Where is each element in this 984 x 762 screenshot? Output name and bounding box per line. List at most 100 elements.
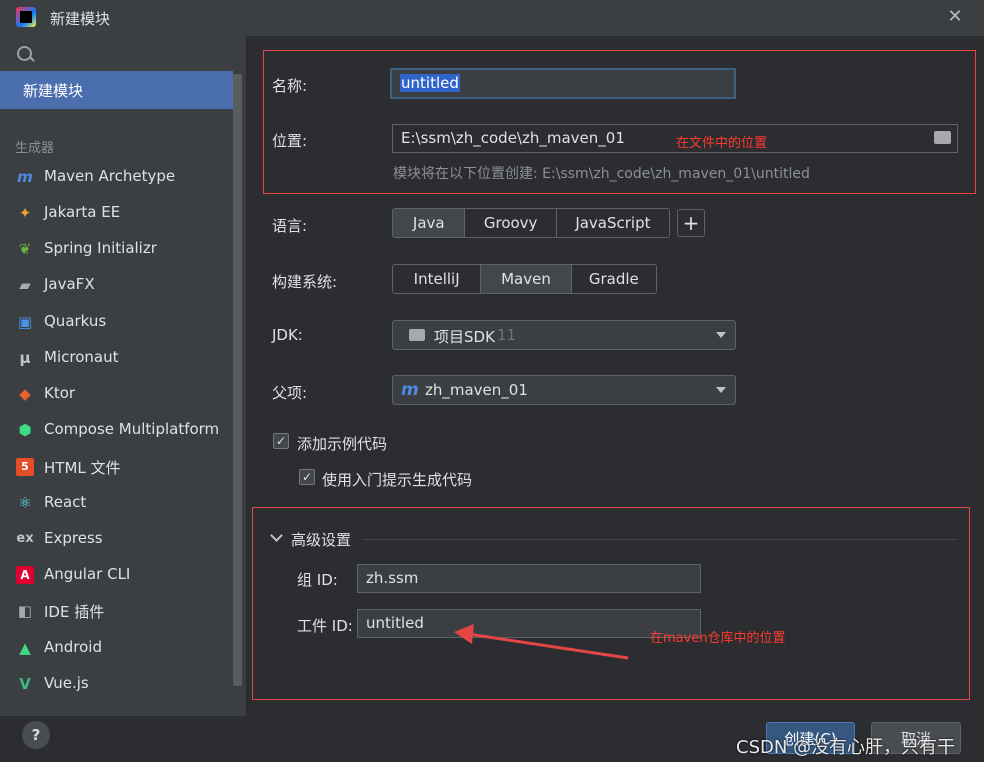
jakarta-icon: ✦ xyxy=(18,204,32,222)
sidebar-item-label: HTML 文件 xyxy=(44,459,121,477)
advanced-settings-toggle[interactable]: 高级设置 xyxy=(291,529,351,550)
build-option-gradle[interactable]: Gradle xyxy=(572,265,656,293)
sidebar-item-label: Quarkus xyxy=(44,312,107,330)
angular-icon: A xyxy=(16,566,34,584)
language-option-groovy[interactable]: Groovy xyxy=(465,209,557,237)
react-icon: ⚛ xyxy=(18,494,32,512)
sidebar-item-label: Express xyxy=(44,529,103,547)
annotation-box-advanced xyxy=(252,507,970,700)
maven-icon: m xyxy=(17,168,33,186)
location-input-value: E:\ssm\zh_code\zh_maven_01 xyxy=(401,129,625,147)
window-title: 新建模块 xyxy=(50,10,111,28)
name-input-value: untitled xyxy=(400,74,460,92)
sidebar-item-spring-initializr[interactable]: ❦ Spring Initializr xyxy=(0,231,233,267)
maven-icon: m xyxy=(401,380,419,400)
sidebar-item-label: Android xyxy=(44,638,102,656)
language-label: 语言: xyxy=(272,217,308,235)
micronaut-icon: μ xyxy=(19,349,31,367)
jdk-label: JDK: xyxy=(272,326,303,344)
sidebar-item-react[interactable]: ⚛ React xyxy=(0,485,233,521)
sidebar-item-android[interactable]: ▲ Android xyxy=(0,630,233,666)
javafx-icon: ▰ xyxy=(19,276,31,294)
language-selector: Java Groovy JavaScript xyxy=(392,208,670,238)
sidebar-item-vuejs[interactable]: V Vue.js xyxy=(0,666,233,702)
group-id-input[interactable]: zh.ssm xyxy=(357,564,701,593)
location-annotation: 在文件中的位置 xyxy=(676,136,768,151)
arrow-head xyxy=(454,624,474,644)
sidebar-scrollbar[interactable] xyxy=(233,74,242,686)
sidebar-item-express[interactable]: ex Express xyxy=(0,521,233,557)
build-option-intellij[interactable]: IntelliJ xyxy=(393,265,482,293)
sidebar-item-label: Jakarta EE xyxy=(44,203,121,221)
sidebar-item-label: Maven Archetype xyxy=(44,167,176,185)
vue-icon: V xyxy=(19,675,31,693)
build-option-maven[interactable]: Maven xyxy=(481,265,572,293)
parent-label: 父项: xyxy=(272,384,308,402)
search-icon[interactable] xyxy=(17,46,32,61)
onboarding-checkbox[interactable]: ✓ xyxy=(299,469,315,485)
sidebar-item-angular-cli[interactable]: A Angular CLI xyxy=(0,557,233,593)
location-hint: 模块将在以下位置创建: E:\ssm\zh_code\zh_maven_01\u… xyxy=(393,166,810,182)
sidebar-item-html[interactable]: 5 HTML 文件 xyxy=(0,449,233,485)
group-id-label: 组 ID: xyxy=(297,571,338,589)
add-language-button[interactable]: + xyxy=(677,209,705,237)
divider xyxy=(362,539,958,540)
group-id-value: zh.ssm xyxy=(366,569,419,587)
sidebar-item-quarkus[interactable]: ▣ Quarkus xyxy=(0,304,233,340)
generators-group-label: 生成器 xyxy=(15,141,55,156)
title-bar: 新建模块 ✕ xyxy=(0,0,984,36)
chevron-down-icon xyxy=(716,332,726,338)
chevron-down-icon xyxy=(716,387,726,393)
sidebar-item-micronaut[interactable]: μ Micronaut xyxy=(0,340,233,376)
ktor-icon: ◆ xyxy=(19,385,31,403)
sidebar-item-new-module[interactable]: 新建模块 xyxy=(0,71,233,109)
sidebar-item-label: React xyxy=(44,493,87,511)
watermark: CSDN @没有心肝，只有干 xyxy=(736,737,956,758)
location-label: 位置: xyxy=(272,132,308,150)
sidebar-item-label: IDE 插件 xyxy=(44,603,105,621)
spring-icon: ❦ xyxy=(18,240,32,258)
name-input[interactable]: untitled xyxy=(390,68,736,99)
build-system-selector: IntelliJ Maven Gradle xyxy=(392,264,657,294)
sidebar-item-ktor[interactable]: ◆ Ktor xyxy=(0,376,233,412)
ide-plugin-icon: ◧ xyxy=(17,602,33,620)
language-option-java[interactable]: Java xyxy=(393,209,466,237)
sidebar-item-jakarta-ee[interactable]: ✦ Jakarta EE xyxy=(0,195,233,231)
help-button[interactable]: ? xyxy=(22,721,50,749)
jdk-version: 11 xyxy=(497,326,517,344)
express-icon: ex xyxy=(16,531,34,546)
add-sample-label: 添加示例代码 xyxy=(297,435,388,453)
sidebar-item-label: JavaFX xyxy=(44,275,95,293)
sidebar-item-maven-archetype[interactable]: m Maven Archetype xyxy=(0,159,233,195)
onboarding-label: 使用入门提示生成代码 xyxy=(322,471,473,489)
sidebar-item-label: Micronaut xyxy=(44,348,119,366)
android-icon: ▲ xyxy=(19,639,31,657)
html5-icon: 5 xyxy=(16,458,34,476)
sidebar-item-label: Spring Initializr xyxy=(44,239,157,257)
sidebar-item-ide-plugin[interactable]: ◧ IDE 插件 xyxy=(0,593,233,629)
artifact-id-value: untitled xyxy=(366,614,424,632)
folder-icon[interactable] xyxy=(934,131,951,144)
sidebar-item-javafx[interactable]: ▰ JavaFX xyxy=(0,267,233,303)
jdk-value: 项目SDK xyxy=(434,328,495,346)
sidebar-item-label: Compose Multiplatform xyxy=(44,420,220,438)
sidebar-item-label: 新建模块 xyxy=(23,82,84,100)
sidebar-item-label: Angular CLI xyxy=(44,565,131,583)
annotation-arrow xyxy=(454,624,629,660)
parent-value: zh_maven_01 xyxy=(425,381,528,399)
location-input[interactable]: E:\ssm\zh_code\zh_maven_01 xyxy=(392,124,958,153)
language-option-javascript[interactable]: JavaScript xyxy=(557,209,669,237)
name-label: 名称: xyxy=(272,77,308,95)
jdk-dropdown[interactable]: 项目SDK 11 xyxy=(392,320,736,350)
sidebar-item-label: Ktor xyxy=(44,384,76,402)
quarkus-icon: ▣ xyxy=(17,313,33,331)
parent-dropdown[interactable]: m zh_maven_01 xyxy=(392,375,736,405)
add-sample-checkbox[interactable]: ✓ xyxy=(273,433,289,449)
maven-annotation: 在maven仓库中的位置 xyxy=(650,631,786,646)
close-icon[interactable]: ✕ xyxy=(942,4,968,30)
sidebar-item-label: Vue.js xyxy=(44,674,89,692)
sidebar-item-compose-multiplatform[interactable]: ⬢ Compose Multiplatform xyxy=(0,412,233,448)
artifact-id-label: 工件 ID: xyxy=(297,617,353,635)
sdk-folder-icon xyxy=(409,329,425,341)
sidebar: 新建模块 生成器 m Maven Archetype ✦ Jakarta EE … xyxy=(0,36,247,716)
